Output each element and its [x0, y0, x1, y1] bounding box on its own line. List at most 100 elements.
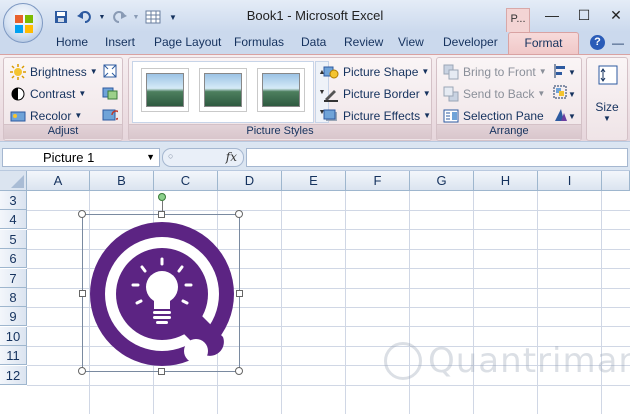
watermark-logo-icon: [384, 342, 422, 380]
svg-text:▼: ▼: [568, 68, 575, 77]
lightbulb-logo-icon: [90, 222, 234, 366]
contrast-label: Contrast: [30, 86, 76, 101]
insert-function-icon[interactable]: fx: [226, 150, 237, 164]
tab-page-layout[interactable]: Page Layout: [154, 35, 221, 49]
column-header[interactable]: F: [346, 171, 410, 191]
resize-handle-bottom[interactable]: [158, 368, 165, 375]
column-header-partial[interactable]: [602, 171, 630, 191]
office-logo-icon: [15, 15, 33, 33]
column-header[interactable]: H: [474, 171, 538, 191]
adjust-group-label: Adjust: [4, 124, 122, 139]
window-title: Book1 - Microsoft Excel: [246, 8, 384, 23]
size-group: Size ▼: [586, 57, 628, 141]
arrange-group-label: Arrange: [437, 124, 581, 139]
name-box-dropdown-icon[interactable]: ▼: [146, 149, 155, 166]
tab-insert[interactable]: Insert: [105, 35, 135, 49]
row-header[interactable]: 7: [0, 268, 27, 288]
formula-tools: ○ fx: [162, 148, 244, 167]
tab-format[interactable]: Format: [508, 32, 579, 54]
column-header[interactable]: I: [538, 171, 602, 191]
picture-shape-button[interactable]: Picture Shape ▼: [323, 62, 429, 81]
office-button[interactable]: [3, 3, 43, 43]
grid-row-line: [27, 384, 630, 386]
picture-style-thumb[interactable]: [199, 68, 247, 112]
contrast-button[interactable]: Contrast ▼: [10, 84, 86, 103]
picture-styles-gallery: [132, 61, 314, 123]
adjust-group: Brightness ▼ Contrast ▼ Recolor ▼ Adjust: [3, 57, 123, 141]
name-box[interactable]: Picture 1 ▼: [2, 148, 160, 167]
row-header[interactable]: 12: [0, 365, 27, 385]
row-header[interactable]: 11: [0, 346, 27, 366]
brightness-button[interactable]: Brightness ▼: [10, 62, 98, 81]
watermark-text: Quantrimang: [428, 341, 630, 381]
send-to-back-button[interactable]: Send to Back ▼: [443, 84, 545, 103]
size-label[interactable]: Size: [587, 100, 627, 114]
selection-pane-button[interactable]: Selection Pane: [443, 106, 544, 125]
column-header[interactable]: G: [410, 171, 474, 191]
row-header[interactable]: 10: [0, 326, 27, 346]
help-icon[interactable]: ?: [590, 35, 605, 50]
row-header[interactable]: 3: [0, 191, 27, 210]
row-header[interactable]: 4: [0, 210, 27, 230]
group-icon[interactable]: ▼: [553, 85, 576, 104]
worksheet-grid[interactable]: ABCDEFGHI 3456789101112 Quantrimang: [0, 171, 630, 414]
picture-shape-label: Picture Shape: [343, 64, 419, 79]
bring-to-front-icon: [443, 64, 459, 80]
picture-border-icon: [323, 86, 339, 102]
selection-pane-label: Selection Pane: [463, 108, 544, 123]
ribbon-tabs: Home Insert Page Layout Formulas Data Re…: [0, 32, 630, 54]
minimize-button[interactable]: —: [540, 6, 564, 24]
column-header[interactable]: D: [218, 171, 282, 191]
row-header[interactable]: 5: [0, 229, 27, 249]
tab-developer[interactable]: Developer: [443, 35, 498, 49]
resize-handle-top-right[interactable]: [235, 210, 243, 218]
compress-pictures-icon[interactable]: [102, 63, 118, 82]
tab-formulas[interactable]: Formulas: [234, 35, 284, 49]
picture-style-thumb[interactable]: [257, 68, 305, 112]
picture-tools-context-tab: P...: [506, 8, 530, 32]
formula-bar: Picture 1 ▼ ○ fx: [0, 143, 630, 171]
resize-handle-left[interactable]: [79, 290, 86, 297]
resize-handle-top-left[interactable]: [78, 210, 86, 218]
tab-data[interactable]: Data: [301, 35, 326, 49]
row-header[interactable]: 9: [0, 307, 27, 327]
selected-picture[interactable]: [78, 193, 243, 375]
close-button[interactable]: ✕: [604, 6, 628, 24]
picture-border-button[interactable]: Picture Border ▼: [323, 84, 431, 103]
row-header[interactable]: 6: [0, 249, 27, 269]
bring-to-front-button[interactable]: Bring to Front ▼: [443, 62, 547, 81]
maximize-button[interactable]: ☐: [572, 6, 596, 24]
size-dropdown-icon[interactable]: ▼: [587, 114, 627, 123]
recolor-label: Recolor: [30, 108, 72, 123]
resize-handle-bottom-left[interactable]: [78, 367, 86, 375]
tab-view[interactable]: View: [398, 35, 424, 49]
column-header[interactable]: E: [282, 171, 346, 191]
size-icon[interactable]: [597, 64, 619, 89]
formula-input[interactable]: [246, 148, 628, 167]
ribbon-minimize-icon[interactable]: —: [612, 36, 624, 50]
change-picture-icon[interactable]: [102, 85, 118, 104]
resize-handle-right[interactable]: [236, 290, 243, 297]
column-header[interactable]: B: [90, 171, 154, 191]
ribbon: Brightness▼ Contrast▼ Recolor▼ Adjust: [0, 54, 630, 142]
resize-handle-top[interactable]: [158, 211, 165, 218]
arrange-group: Bring to Front ▼ Send to Back ▼ Selection …: [436, 57, 582, 141]
title-bar: ▼ ▼ ▼ Book1 - Microsoft Excel P... — ☐ ✕: [0, 0, 630, 32]
rotation-handle[interactable]: [158, 193, 166, 201]
selection-pane-icon: [443, 108, 459, 124]
row-header[interactable]: 8: [0, 288, 27, 307]
recolor-button[interactable]: Recolor ▼: [10, 106, 82, 125]
column-header[interactable]: A: [27, 171, 90, 191]
align-icon[interactable]: ▼: [553, 63, 576, 82]
picture-style-thumb[interactable]: [141, 68, 189, 112]
picture-effects-button[interactable]: Picture Effects ▼: [323, 106, 431, 125]
watermark: Quantrimang: [384, 341, 630, 381]
column-header[interactable]: C: [154, 171, 218, 191]
grid-column-line: [281, 191, 282, 414]
svg-text:▼: ▼: [568, 112, 575, 121]
resize-handle-bottom-right[interactable]: [235, 367, 243, 375]
select-all-corner[interactable]: [0, 171, 27, 191]
picture-effects-label: Picture Effects: [343, 108, 421, 123]
tab-home[interactable]: Home: [56, 35, 88, 49]
tab-review[interactable]: Review: [344, 35, 383, 49]
